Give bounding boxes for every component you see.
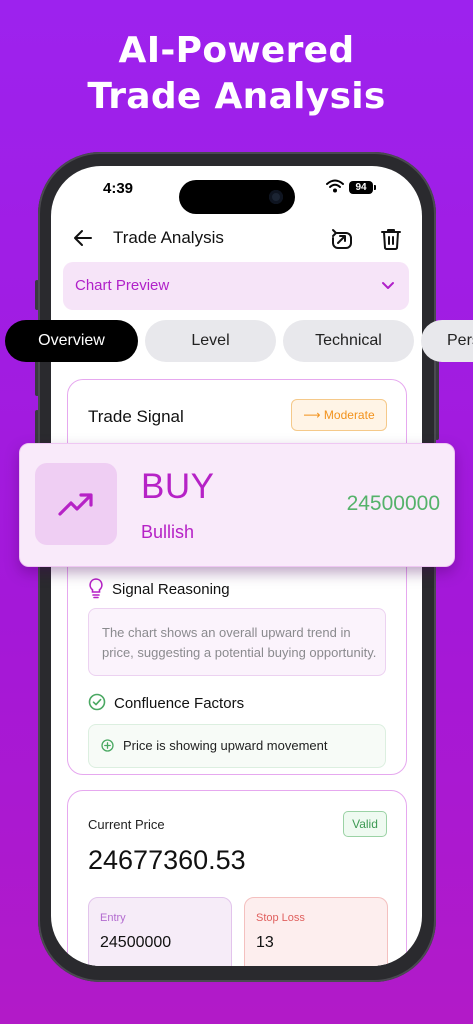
trade-signal-title: Trade Signal xyxy=(88,407,184,426)
signal-reasoning-title: Signal Reasoning xyxy=(112,581,230,598)
entry-label: Entry xyxy=(100,912,126,924)
stop-loss-value: 13 xyxy=(256,934,274,951)
tab-personal[interactable]: Pers xyxy=(421,320,473,362)
tab-level[interactable]: Level xyxy=(145,320,276,362)
chart-preview-dropdown[interactable]: Chart Preview xyxy=(63,262,409,310)
share-icon[interactable] xyxy=(330,227,354,256)
tab-personal-label: Pers xyxy=(447,332,473,349)
battery-tip xyxy=(374,185,376,190)
lightbulb-icon xyxy=(88,577,104,604)
entry-box: Entry 24500000 xyxy=(88,897,232,966)
valid-badge: Valid xyxy=(343,811,387,837)
stop-loss-box: Stop Loss 13 xyxy=(244,897,388,966)
signal-price: 24500000 xyxy=(346,492,440,515)
promo-headline: AI-Powered Trade Analysis xyxy=(0,28,473,120)
wifi-icon xyxy=(326,179,344,198)
nav-title: Trade Analysis xyxy=(113,228,224,247)
entry-value: 24500000 xyxy=(100,934,172,951)
current-price-label: Current Price xyxy=(88,817,165,832)
signal-strength-badge: ⟶ Moderate xyxy=(291,399,387,431)
trade-signal-card: Trade Signal ⟶ Moderate Signal Reasoning… xyxy=(67,379,407,775)
tab-technical[interactable]: Technical xyxy=(283,320,414,362)
camera-icon xyxy=(269,190,283,204)
battery-level: 94 xyxy=(349,181,373,194)
trash-icon[interactable] xyxy=(380,227,402,256)
check-circle-icon xyxy=(88,693,106,716)
arrow-right-icon: ⟶ xyxy=(303,408,321,422)
trend-icon-box xyxy=(35,463,117,545)
plus-circle-icon xyxy=(101,739,114,757)
price-card: Current Price Valid 24677360.53 Entry 24… xyxy=(67,790,407,966)
status-time: 4:39 xyxy=(103,180,134,197)
current-price-value: 24677360.53 xyxy=(88,845,246,875)
signal-strength-label: Moderate xyxy=(323,408,375,422)
tab-overview[interactable]: Overview xyxy=(5,320,138,362)
signal-reasoning-box: The chart shows an overall upward trend … xyxy=(88,608,386,676)
analysis-tabs: Overview Level Technical Pers xyxy=(0,320,473,362)
signal-reasoning-text: The chart shows an overall upward trend … xyxy=(102,625,377,660)
headline-line-1: AI-Powered xyxy=(118,30,355,71)
stop-loss-label: Stop Loss xyxy=(256,912,305,924)
signal-sentiment: Bullish xyxy=(141,522,195,542)
back-arrow-icon[interactable] xyxy=(73,229,93,252)
dynamic-island xyxy=(179,180,295,214)
chevron-down-icon xyxy=(381,278,395,296)
confluence-list-item: Price is showing upward movement xyxy=(88,724,386,768)
chart-preview-label: Chart Preview xyxy=(75,277,170,294)
buy-signal-panel: BUY Bullish 24500000 xyxy=(19,443,455,567)
headline-line-2: Trade Analysis xyxy=(87,76,386,117)
trending-up-icon xyxy=(58,490,94,523)
confluence-item-text: Price is showing upward movement xyxy=(123,738,328,753)
confluence-factors-title: Confluence Factors xyxy=(114,695,245,712)
signal-action: BUY xyxy=(141,467,215,506)
